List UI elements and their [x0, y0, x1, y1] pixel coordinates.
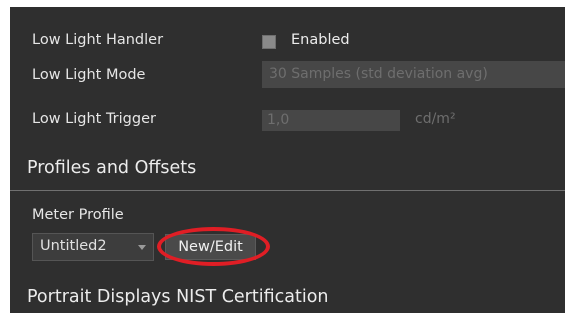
meter-profile-dropdown[interactable]: Untitled2 — [32, 233, 154, 261]
nist-certification-heading: Portrait Displays NIST Certification — [27, 287, 329, 307]
low-light-mode-select[interactable]: 30 Samples (std deviation avg) — [262, 61, 565, 88]
low-light-mode-label: Low Light Mode — [32, 67, 146, 83]
low-light-trigger-label: Low Light Trigger — [32, 111, 156, 127]
settings-panel: Low Light Handler Enabled Low Light Mode… — [10, 7, 565, 313]
low-light-trigger-value: 1,0 — [267, 112, 290, 128]
low-light-mode-value: 30 Samples (std deviation avg) — [269, 66, 488, 82]
enabled-checkbox-label[interactable]: Enabled — [291, 32, 350, 48]
new-edit-button[interactable]: New/Edit — [165, 234, 256, 260]
profiles-offsets-heading: Profiles and Offsets — [27, 158, 197, 178]
enabled-checkbox[interactable] — [262, 35, 276, 49]
meter-profile-label: Meter Profile — [32, 207, 124, 223]
section-divider — [10, 190, 565, 191]
chevron-down-icon — [138, 245, 146, 250]
trigger-unit-label: cd/m² — [415, 111, 456, 127]
low-light-trigger-input[interactable]: 1,0 — [262, 110, 400, 131]
low-light-handler-label: Low Light Handler — [32, 32, 164, 48]
meter-profile-value: Untitled2 — [40, 238, 107, 254]
